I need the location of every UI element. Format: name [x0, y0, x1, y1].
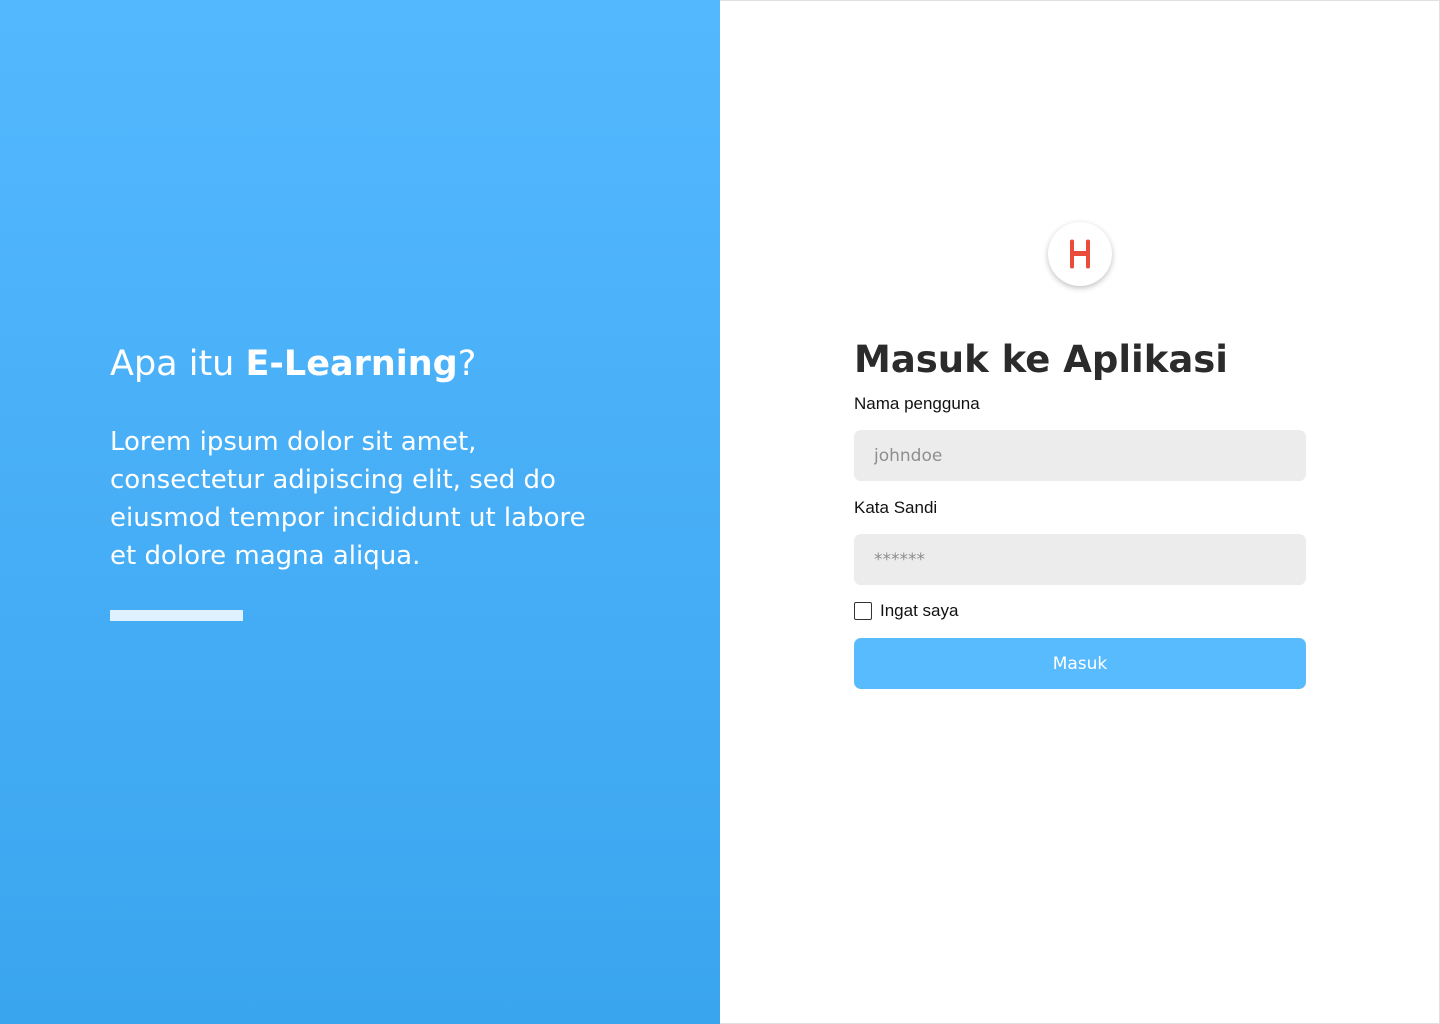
remember-me-checkbox[interactable]	[854, 602, 872, 620]
login-button[interactable]: Masuk	[854, 638, 1306, 689]
hero-heading-prefix: Apa itu	[110, 344, 246, 384]
app-logo	[1048, 222, 1112, 286]
hero-divider	[110, 610, 243, 621]
h-logo-icon	[1070, 239, 1090, 269]
hero-heading: Apa itu E-Learning?	[110, 340, 476, 388]
username-input[interactable]	[854, 430, 1306, 481]
remember-me-label[interactable]: Ingat saya	[880, 601, 958, 621]
remember-me-row[interactable]: Ingat saya	[854, 601, 958, 621]
hero-description: Lorem ipsum dolor sit amet, consectetur …	[110, 427, 586, 571]
login-panel	[720, 0, 1440, 1024]
username-label: Nama pengguna	[854, 394, 980, 413]
login-title: Masuk ke Aplikasi	[854, 338, 1228, 381]
hero-heading-suffix: ?	[457, 344, 477, 384]
password-input[interactable]	[854, 534, 1306, 585]
hero-heading-bold: E-Learning	[245, 344, 458, 384]
hero-panel: Apa itu E-Learning? Lorem ipsum dolor si…	[0, 0, 720, 1024]
password-label: Kata Sandi	[854, 498, 938, 517]
